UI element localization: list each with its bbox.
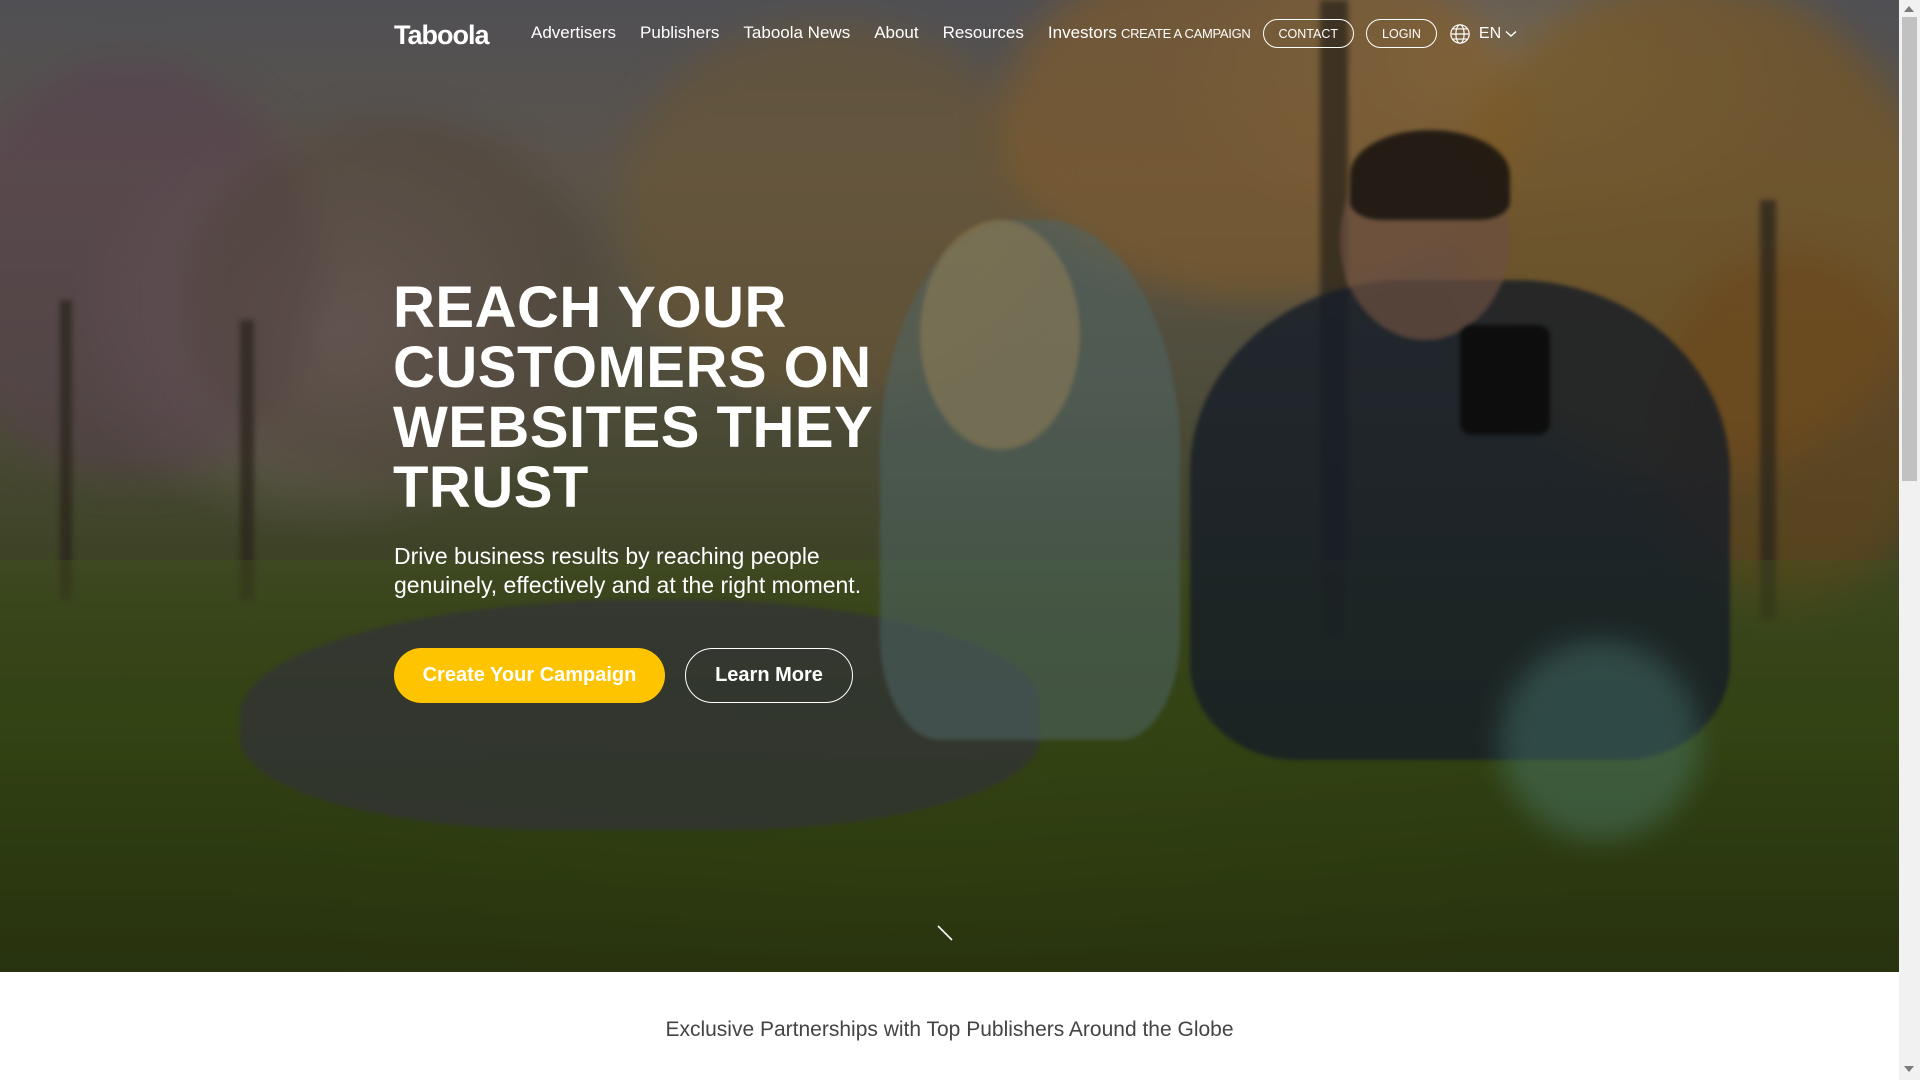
hero-section: Taboola Advertisers Publishers Taboola N… <box>0 0 1899 972</box>
page-scrollbar[interactable] <box>1899 0 1920 1080</box>
language-label: EN <box>1478 24 1502 42</box>
language-selector[interactable]: EN <box>1449 23 1517 45</box>
nav-actions: CREATE A CAMPAIGN CONTACT LOGIN EN <box>1121 19 1517 48</box>
login-button[interactable]: LOGIN <box>1366 19 1437 48</box>
scrollbar-thumb[interactable] <box>1902 17 1917 481</box>
learn-more-button[interactable]: Learn More <box>685 648 853 703</box>
create-your-campaign-button[interactable]: Create Your Campaign <box>394 648 665 703</box>
nav-link-resources[interactable]: Resources <box>943 23 1024 43</box>
globe-icon <box>1450 23 1470 44</box>
scroll-down-icon[interactable] <box>936 924 954 942</box>
nav-links: Advertisers Publishers Taboola News Abou… <box>531 23 1141 43</box>
hero-subline: Drive business results by reaching peopl… <box>394 543 862 598</box>
nav-link-publishers[interactable]: Publishers <box>640 23 719 43</box>
contact-button[interactable]: CONTACT <box>1262 19 1355 48</box>
scroll-up-arrow-icon[interactable] <box>1904 6 1914 12</box>
hero-overlay <box>0 0 1899 972</box>
top-navigation: Taboola Advertisers Publishers Taboola N… <box>0 0 1899 68</box>
create-campaign-link[interactable]: CREATE A CAMPAIGN <box>1121 26 1251 41</box>
partners-heading: Exclusive Partnerships with Top Publishe… <box>665 1018 1234 1041</box>
hero-headline: REACH YOUR CUSTOMERS ON WEBSITES THEY TR… <box>393 275 873 520</box>
chevron-down-icon <box>1505 30 1517 37</box>
nav-link-advertisers[interactable]: Advertisers <box>531 23 616 43</box>
nav-link-investors[interactable]: Investors <box>1048 23 1117 43</box>
nav-link-taboola-news[interactable]: Taboola News <box>743 23 850 43</box>
scroll-down-arrow-icon[interactable] <box>1904 1066 1914 1072</box>
taboola-logo[interactable]: Taboola <box>394 20 490 51</box>
nav-link-about[interactable]: About <box>874 23 918 43</box>
